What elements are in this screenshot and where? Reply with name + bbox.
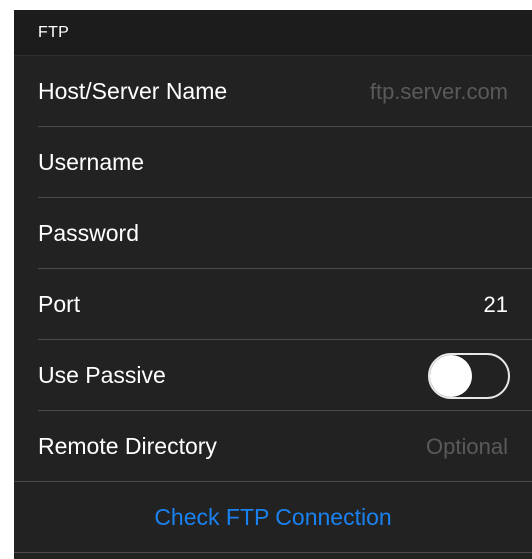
passive-toggle[interactable] [428,352,510,399]
ftp-settings-panel: FTP Host/Server Name Username Password P… [14,10,532,559]
password-row[interactable]: Password [14,198,532,269]
check-connection-row[interactable]: Check FTP Connection [14,482,532,553]
host-input[interactable] [288,78,508,105]
username-row[interactable]: Username [14,127,532,198]
host-row[interactable]: Host/Server Name [14,56,532,127]
username-input[interactable] [288,149,508,176]
section-header: FTP [14,10,532,56]
remote-directory-row[interactable]: Remote Directory [14,411,532,482]
password-label: Password [38,220,139,246]
password-input[interactable] [288,220,508,247]
host-label: Host/Server Name [38,78,228,104]
remote-directory-input[interactable] [288,433,508,460]
port-label: Port [38,291,81,317]
port-input[interactable] [288,291,508,318]
passive-label: Use Passive [38,362,166,388]
port-row[interactable]: Port [14,269,532,340]
check-connection-button[interactable]: Check FTP Connection [154,504,391,531]
passive-row: Use Passive [14,340,532,411]
username-label: Username [38,149,145,175]
remote-directory-label: Remote Directory [38,433,217,459]
toggle-knob [430,354,472,397]
section-title: FTP [38,23,70,41]
